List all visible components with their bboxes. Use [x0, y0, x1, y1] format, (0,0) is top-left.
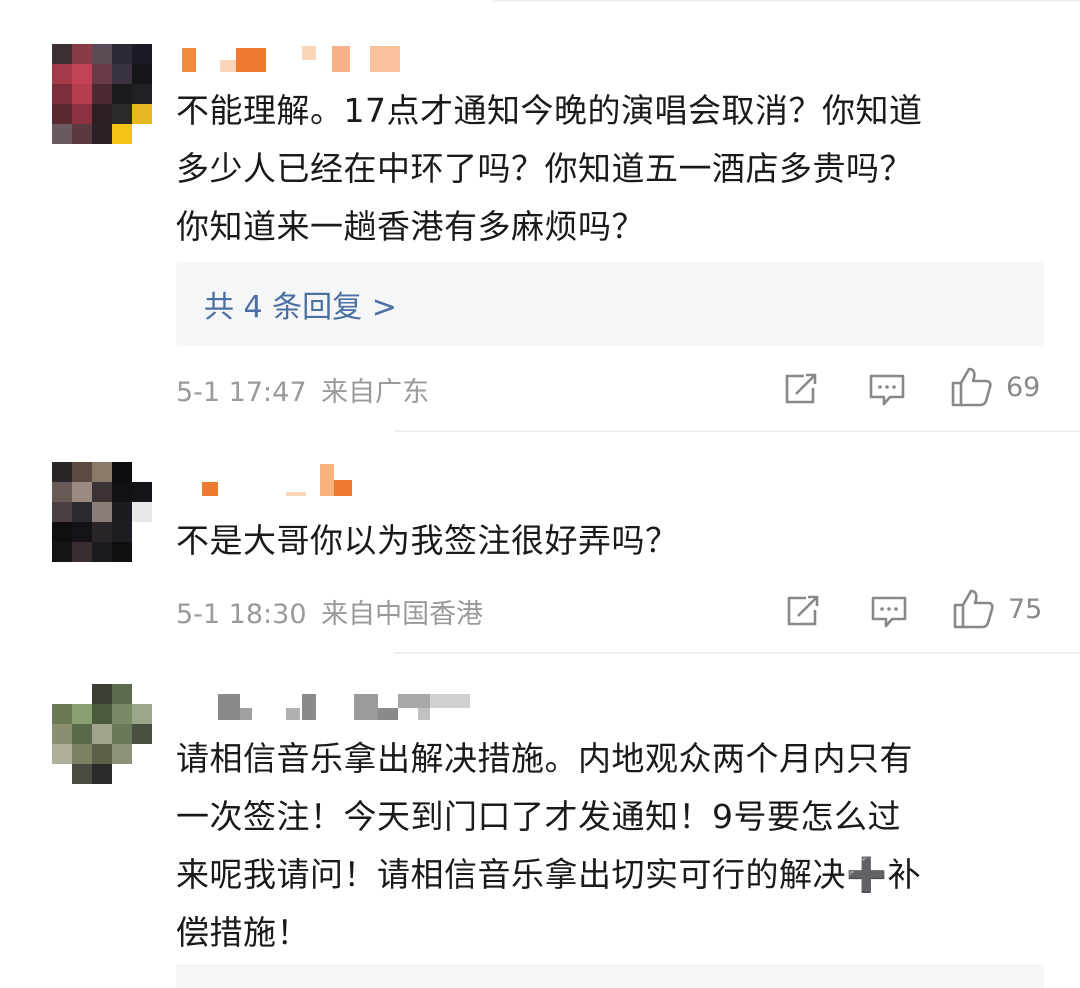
thumbs-up-icon[interactable] [950, 366, 994, 408]
comment-icon[interactable] [868, 372, 906, 408]
comment-text-line: 你知道来一趟香港有多麻烦吗？ [176, 207, 645, 246]
comment-text-line: 偿措施！ [176, 913, 310, 952]
comment-icon[interactable] [870, 594, 908, 630]
repost-icon[interactable] [784, 594, 822, 628]
view-replies-button[interactable] [176, 964, 1044, 988]
comment-divider [394, 430, 1080, 432]
username-pixelated[interactable] [180, 462, 360, 496]
like-count: 75 [1008, 594, 1043, 625]
comment-text-line: 来呢我请问！请相信音乐拿出切实可行的解决➕补 [176, 855, 922, 894]
comment-text: 不能理解。17点才通知今晚的演唱会取消？你知道 多少人已经在中环了吗？你知道五一… [176, 82, 1056, 256]
comment-text-line: 一次签注！今天到门口了才发通知！9号要怎么过 [176, 797, 901, 836]
username-pixelated[interactable] [180, 44, 410, 78]
comment-location: 来自中国香港 [321, 599, 484, 630]
comment-divider [394, 652, 1080, 654]
avatar[interactable] [52, 44, 152, 144]
comment-text-line: 多少人已经在中环了吗？你知道五一酒店多贵吗？ [176, 149, 913, 188]
comment-meta: 5-1 17:47 来自广东 [176, 370, 429, 409]
comment-location: 来自广东 [321, 377, 430, 408]
username-pixelated[interactable] [180, 690, 480, 724]
comment-meta: 5-1 18:30 来自中国香港 [176, 592, 483, 631]
comment-text: 请相信音乐拿出解决措施。内地观众两个月内只有 一次签注！今天到门口了才发通知！9… [176, 730, 1056, 962]
comment-time: 5-1 18:30 [176, 599, 307, 630]
like-count: 69 [1006, 372, 1041, 403]
comment-text-line: 不是大哥你以为我签注很好弄吗？ [176, 521, 679, 560]
repost-icon[interactable] [782, 372, 820, 406]
comment-text-line: 请相信音乐拿出解决措施。内地观众两个月内只有 [176, 739, 913, 778]
top-divider [492, 0, 1080, 2]
view-replies-button[interactable]: 共 4 条回复 > [176, 262, 1044, 346]
thumbs-up-icon[interactable] [952, 588, 996, 630]
comment-text: 不是大哥你以为我签注很好弄吗？ [176, 512, 1056, 570]
avatar[interactable] [52, 462, 152, 562]
replies-label: 共 4 条回复 > [204, 290, 397, 325]
comment-time: 5-1 17:47 [176, 377, 307, 408]
comment-text-line: 不能理解。17点才通知今晚的演唱会取消？你知道 [176, 91, 923, 130]
avatar[interactable] [52, 684, 152, 784]
